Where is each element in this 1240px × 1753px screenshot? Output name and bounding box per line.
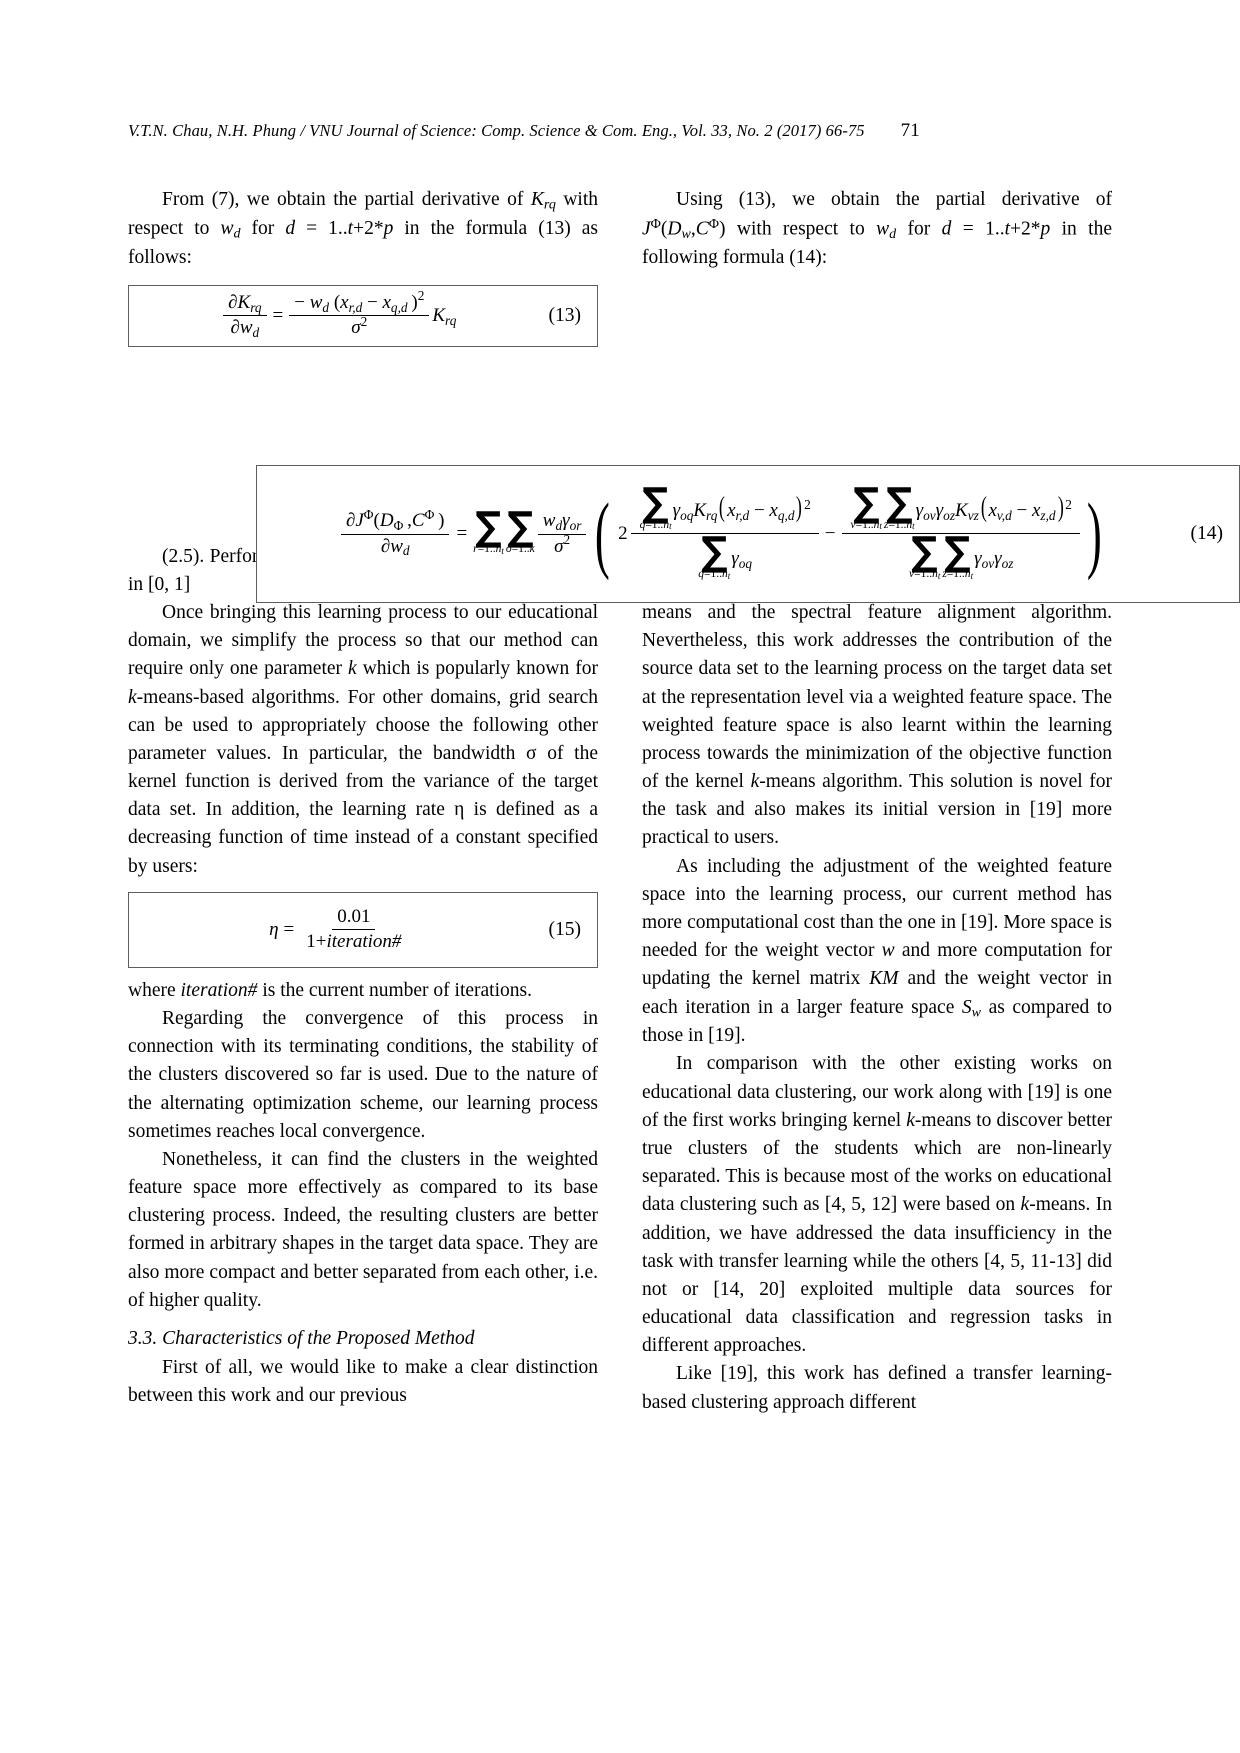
section-subheading: 3.3. Characteristics of the Proposed Met… [128,1327,475,1349]
equation-15-denominator-term: iteration# [326,931,402,953]
running-head-text: V.T.N. Chau, N.H. Phung / VNU Journal of… [128,121,865,140]
page-number: 71 [900,120,920,141]
left-paragraph-3: Once bringing this learning process to o… [128,602,598,877]
left-column-top: From (7), we obtain the partial derivati… [128,186,598,347]
right-column-top: Using (13), we obtain the partial deriva… [642,186,1112,347]
paper-page: V.T.N. Chau, N.H. Phung / VNU Journal of… [0,0,1240,1753]
left-p1-tail: +2* [353,217,384,239]
equation-13-wrapper: ∂Krq ∂wd = − wd (xr,d − xq,d )2 σ2 Krq (… [128,284,598,347]
equation-14-coefficient: 2 [618,523,628,544]
left-p1-eq: = 1.. [295,217,348,239]
equation-14-wrapper: ∂JΦ(DΦ ,CΦ ) ∂wd = ∑ r=1..nt ∑ o=1..k wd… [256,465,1240,603]
equation-14-factor: wdγor σ2 [537,510,587,558]
equation-14-term-2: ∑ v=1..nt ∑ z=1..nt γovγozKvz(xv,d − xz,… [841,483,1080,581]
left-paragraph-6: Nonetheless, it can find the clusters in… [128,1148,598,1311]
symbol-K-sub: rq [543,196,556,213]
right-paragraph-1: Using (13), we obtain the partial deriva… [642,189,1112,269]
intro-columns: From (7), we obtain the partial derivati… [128,186,1112,347]
page-content: V.T.N. Chau, N.H. Phung / VNU Journal of… [128,120,1240,1417]
equation-15-numerator: 0.01 [332,906,376,931]
equation-14-sum-r: ∑ r=1..nt [473,504,504,557]
equation-14-open-paren: ( [595,485,611,582]
symbol-K: K [530,189,544,210]
equation-14-lhs: ∂JΦ(DΦ ,CΦ ) ∂wd [340,507,450,558]
equation-14-term-1: ∑ q=1..nt γoqKrq(xr,d − xq,d) 2 ∑ q=1..nt [630,483,819,581]
right-column-body: one in [19]. They have taken into accoun… [642,543,1112,1417]
right-paragraph-3: As including the adjustment of the weigh… [642,855,1112,1047]
left-p1-for: for [240,217,286,239]
equation-14-math: ∂JΦ(DΦ ,CΦ ) ∂wd = ∑ r=1..nt ∑ o=1..k wd… [339,483,1109,582]
right-paragraph-5: Like [19], this work has defined a trans… [642,1363,1112,1413]
equation-14-minus: − [824,523,836,544]
equation-15-body: η = 0.01 1+iteration# [129,906,549,954]
right-paragraph-4: In comparison with the other existing wo… [642,1053,1112,1357]
running-head: V.T.N. Chau, N.H. Phung / VNU Journal of… [128,120,1112,146]
equation-14-box: ∂JΦ(DΦ ,CΦ ) ∂wd = ∑ r=1..nt ∑ o=1..k wd… [256,465,1240,603]
symbol-p: p [383,217,394,239]
left-paragraph-5: Regarding the convergence of this proces… [128,1008,598,1142]
symbol-w: w [220,217,234,239]
equation-14-sum-o: ∑ o=1..k [505,504,535,556]
left-column-body: (2.5). Perform the normalization of the … [128,543,598,1417]
equation-15-box: η = 0.01 1+iteration# (15) [128,891,598,968]
symbol-d: d [285,217,296,239]
equation-15-lhs: η [269,918,279,940]
symbol-w-sub: d [233,225,241,242]
equation-13-number: (13) [548,304,582,326]
equation-14-number: (14) [1190,523,1224,544]
left-paragraph-7: First of all, we would like to make a cl… [128,1356,598,1407]
equation-14-close-paren: ) [1086,485,1102,582]
equation-14-body: ∂JΦ(DΦ ,CΦ ) ∂wd = ∑ r=1..nt ∑ o=1..k wd… [257,483,1191,582]
equation-15-wrapper: η = 0.01 1+iteration# (15) [128,891,598,968]
equation-13-box: ∂Krq ∂wd = − wd (xr,d − xq,d )2 σ2 Krq (… [128,284,598,347]
left-p1-line1: From (7), we obtain the partial derivati… [162,189,524,210]
equation-15-number: (15) [548,918,582,940]
equation-15-denominator-prefix: 1+ [306,931,327,953]
left-paragraph-4: where iteration# is the current number o… [128,979,532,1001]
equation-13-body: ∂Krq ∂wd = − wd (xr,d − xq,d )2 σ2 Krq [129,288,549,340]
body-columns: (2.5). Perform the normalization of the … [128,543,1112,1417]
left-paragraph-1: From (7), we obtain the partial derivati… [128,186,598,272]
equation-15-math: η = 0.01 1+iteration# [269,905,402,953]
equation-13-math: ∂Krq ∂wd = − wd (xr,d − xq,d )2 σ2 Krq [221,288,456,340]
